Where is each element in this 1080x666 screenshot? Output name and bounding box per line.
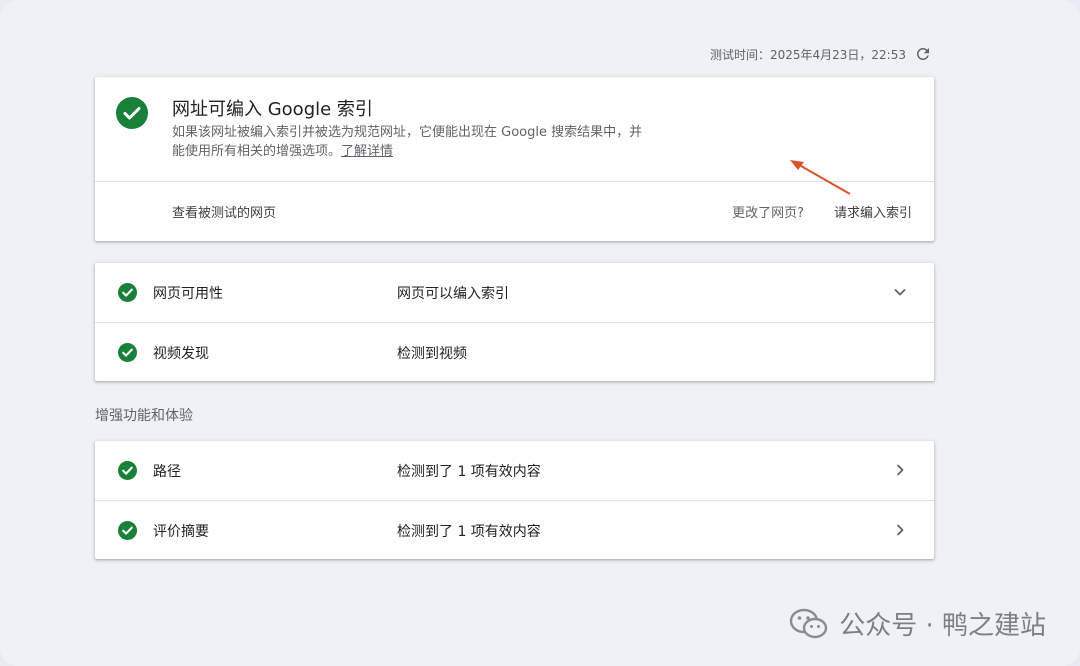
- summary-title: 网址可编入 Google 索引: [172, 99, 373, 120]
- check-circle-icon: [118, 461, 137, 480]
- test-timestamp-row: 测试时间：2025年4月23日，22:53: [710, 45, 932, 63]
- chevron-right-icon[interactable]: [892, 462, 908, 478]
- enhancement-value: 检测到了 1 项有效内容: [397, 524, 541, 540]
- refresh-icon[interactable]: [914, 45, 932, 63]
- enhancements-heading: 增强功能和体验: [95, 408, 193, 424]
- enhancement-value: 检测到了 1 项有效内容: [397, 464, 541, 480]
- checks-card: 网页可用性 网页可以编入索引 视频发现 检测到视频: [95, 263, 934, 381]
- chevron-down-icon[interactable]: [892, 284, 908, 300]
- check-row-page-availability[interactable]: 网页可用性 网页可以编入索引: [95, 263, 934, 323]
- learn-more-link[interactable]: 了解详情: [341, 144, 393, 159]
- request-indexing-button[interactable]: 请求编入索引: [834, 202, 912, 221]
- summary-description: 如果该网址被编入索引并被选为规范网址，它便能出现在 Google 搜索结果中，并…: [172, 123, 732, 161]
- test-timestamp: 测试时间：2025年4月23日，22:53: [709, 47, 906, 62]
- check-label: 视频发现: [153, 346, 209, 362]
- watermark-text: 公众号 · 鸭之建站: [839, 611, 1046, 641]
- annotation-arrow: [790, 160, 851, 195]
- url-inspection-page: 测试时间：2025年4月23日，22:53 网址可编入 Google 索引 如果…: [0, 0, 1080, 666]
- check-value: 检测到视频: [397, 346, 467, 362]
- check-value: 网页可以编入索引: [397, 286, 509, 302]
- changed-page-label: 更改了网页?: [732, 206, 804, 221]
- check-label: 网页可用性: [153, 286, 223, 302]
- enhancement-row-review-snippets[interactable]: 评价摘要 检测到了 1 项有效内容: [95, 501, 934, 559]
- enhancement-label: 路径: [153, 464, 181, 480]
- enhancements-card: 路径 检测到了 1 项有效内容 评价摘要 检测到了 1 项有效内容: [95, 441, 934, 559]
- wechat-watermark: 公众号 · 鸭之建站: [789, 605, 1046, 642]
- check-circle-icon: [118, 283, 137, 302]
- wechat-icon: [789, 607, 829, 641]
- summary-description-line2: 能使用所有相关的增强选项。: [172, 144, 342, 159]
- check-circle-icon: [118, 343, 137, 362]
- enhancement-label: 评价摘要: [153, 524, 209, 540]
- enhancement-row-breadcrumbs[interactable]: 路径 检测到了 1 项有效内容: [95, 441, 934, 501]
- view-tested-page-button[interactable]: 查看被测试的网页: [172, 202, 276, 221]
- check-circle-icon: [118, 521, 137, 540]
- check-circle-icon: [116, 97, 148, 129]
- check-row-video-discovery[interactable]: 视频发现 检测到视频: [95, 323, 934, 381]
- summary-description-line1: 如果该网址被编入索引并被选为规范网址，它便能出现在 Google 搜索结果中，并: [172, 125, 643, 140]
- chevron-right-icon[interactable]: [892, 522, 908, 538]
